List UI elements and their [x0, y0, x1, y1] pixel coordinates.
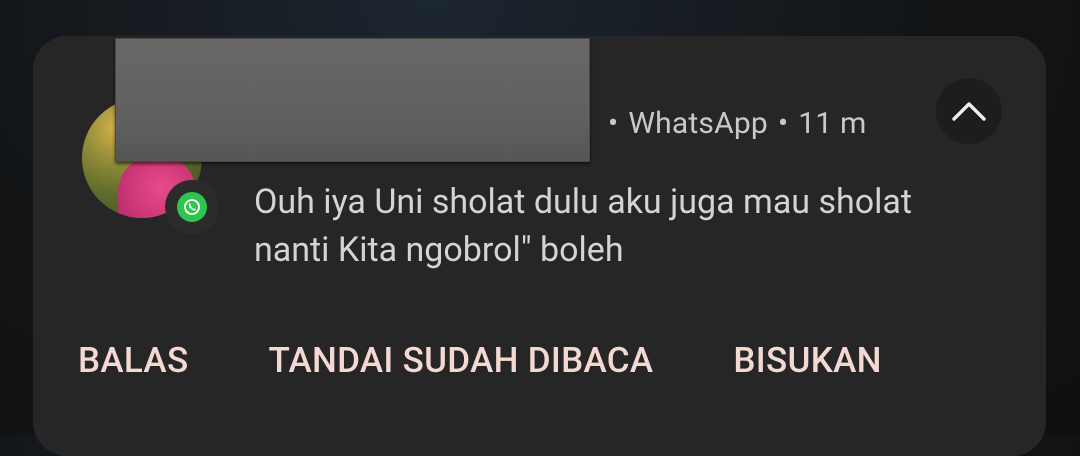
meta-separator: •	[777, 106, 789, 141]
meta-separator: •	[608, 106, 619, 141]
notification-time: 11 m	[798, 106, 867, 141]
message-text: Ouh iya Uni sholat dulu aku juga mau sho…	[254, 182, 913, 270]
notification-meta: • WhatsApp • 11 m	[608, 106, 867, 141]
whatsapp-badge	[165, 180, 219, 234]
chevron-up-icon	[952, 102, 986, 121]
reply-button[interactable]: BALAS	[78, 340, 188, 381]
whatsapp-icon	[177, 192, 207, 222]
mark-as-read-button[interactable]: TANDAI SUDAH DIBACA	[268, 340, 653, 381]
notification-actions: BALAS TANDAI SUDAH DIBACA BISUKAN	[78, 340, 882, 381]
app-name: WhatsApp	[628, 106, 768, 141]
collapse-button[interactable]	[936, 78, 1002, 144]
mute-button[interactable]: BISUKAN	[733, 340, 881, 381]
sender-name-redacted	[115, 38, 590, 162]
